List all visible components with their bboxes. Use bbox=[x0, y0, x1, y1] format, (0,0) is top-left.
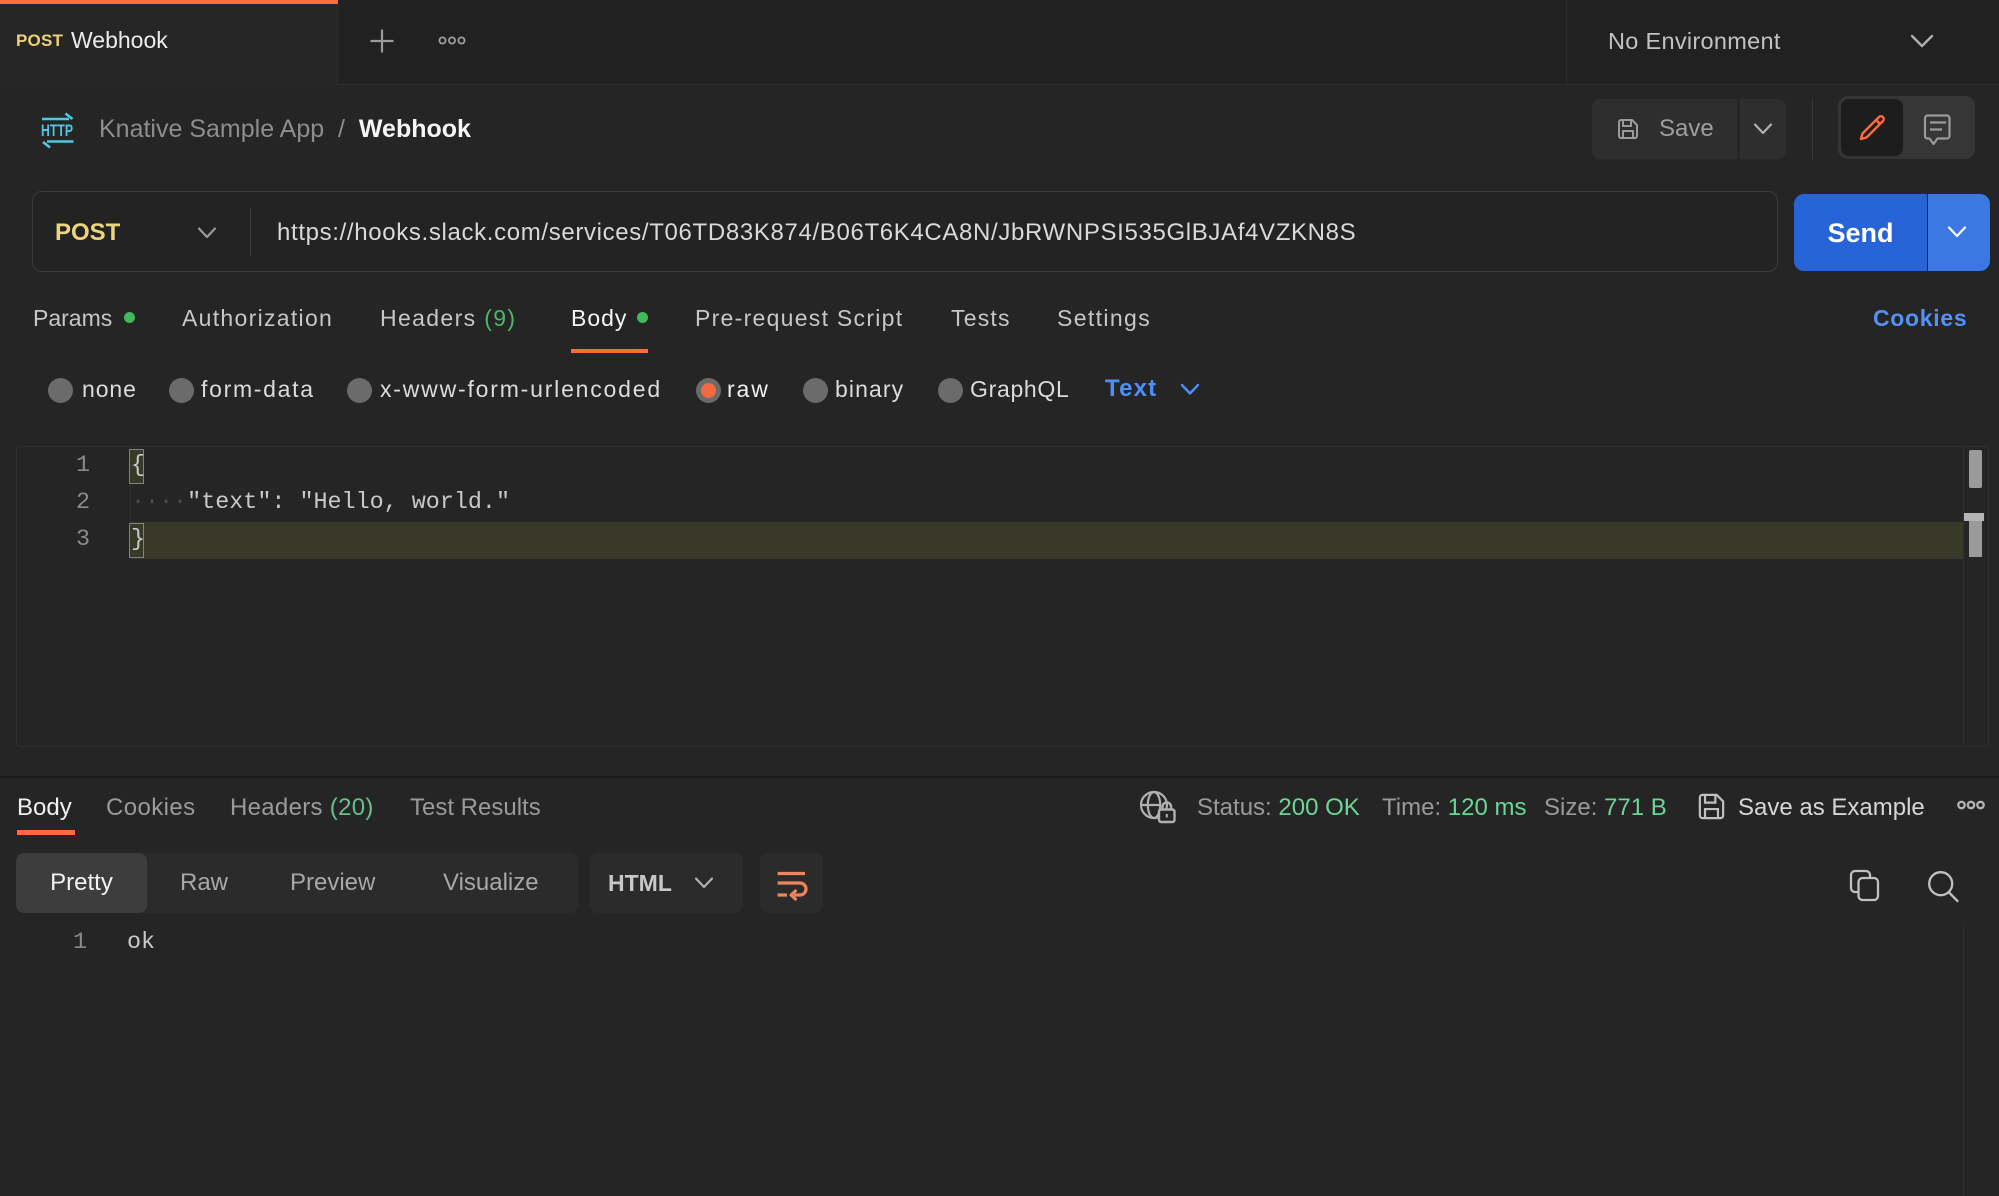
svg-text:HTTP: HTTP bbox=[41, 121, 73, 140]
